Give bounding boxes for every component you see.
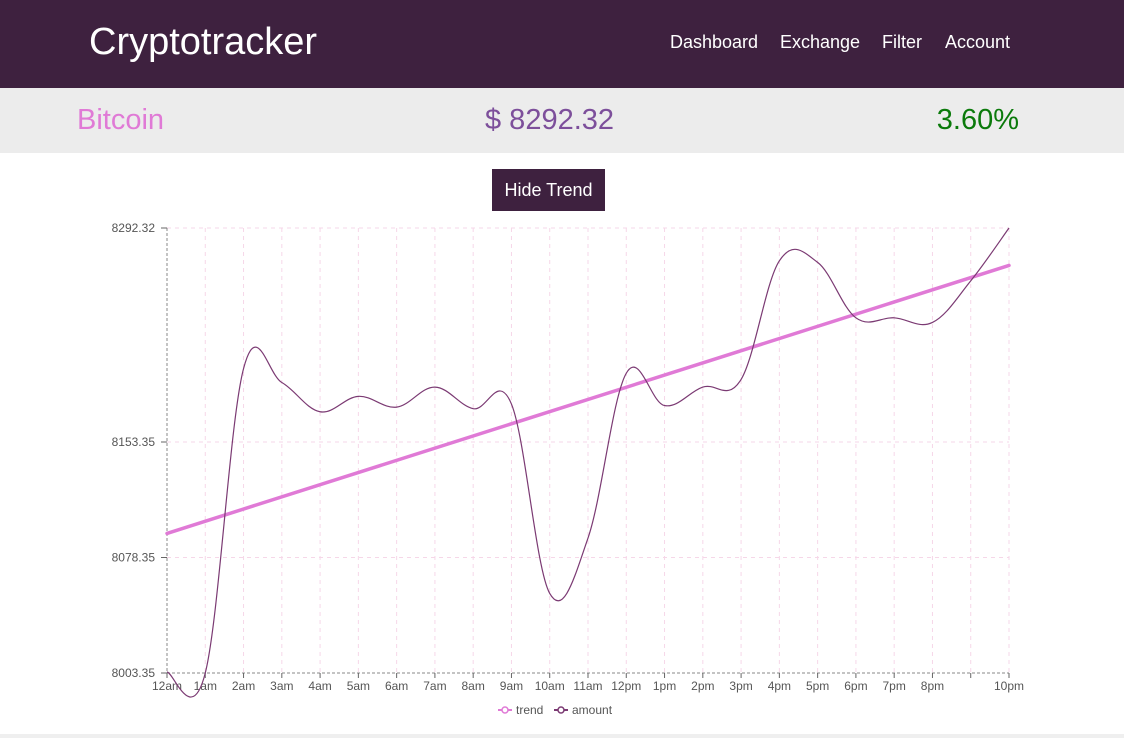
- x-tick-label: 3pm: [729, 679, 752, 693]
- legend-marker-amount: [557, 706, 565, 714]
- x-tick-label: 3am: [270, 679, 293, 693]
- x-tick-label: 11am: [573, 679, 602, 693]
- x-tick-label: 4am: [308, 679, 331, 693]
- legend-label-trend: trend: [516, 703, 543, 717]
- y-tick-label: 8292.32: [112, 221, 156, 235]
- x-tick-label: 1pm: [653, 679, 676, 693]
- x-tick-label: 10am: [535, 679, 565, 693]
- x-tick-label: 1am: [194, 679, 217, 693]
- x-tick-label: 4pm: [768, 679, 791, 693]
- x-tick-label: 12pm: [611, 679, 641, 693]
- page-bottom-divider: [0, 734, 1124, 738]
- x-tick-label: 6am: [385, 679, 408, 693]
- legend-label-amount: amount: [572, 703, 613, 717]
- x-tick-label: 10pm: [994, 679, 1024, 693]
- x-tick-label: 2am: [232, 679, 255, 693]
- x-tick-label: 8pm: [921, 679, 944, 693]
- x-tick-label: 7pm: [883, 679, 906, 693]
- y-tick-label: 8078.35: [112, 551, 156, 565]
- x-tick-label: 9am: [500, 679, 523, 693]
- x-tick-label: 8am: [462, 679, 485, 693]
- price-chart: 8003.358078.358153.358292.3212am 1am 2am 3a…: [112, 221, 1024, 717]
- x-tick-label: 6pm: [844, 679, 867, 693]
- y-tick-label: 8003.35: [112, 666, 156, 680]
- y-tick-label: 8153.35: [112, 435, 156, 449]
- legend-marker-trend: [501, 706, 509, 714]
- x-tick-label: 7am: [423, 679, 446, 693]
- chart-legend: trend amount: [498, 703, 613, 717]
- x-tick-label: 5am: [347, 679, 370, 693]
- x-tick-label: 5pm: [806, 679, 829, 693]
- x-tick-label: 2pm: [691, 679, 714, 693]
